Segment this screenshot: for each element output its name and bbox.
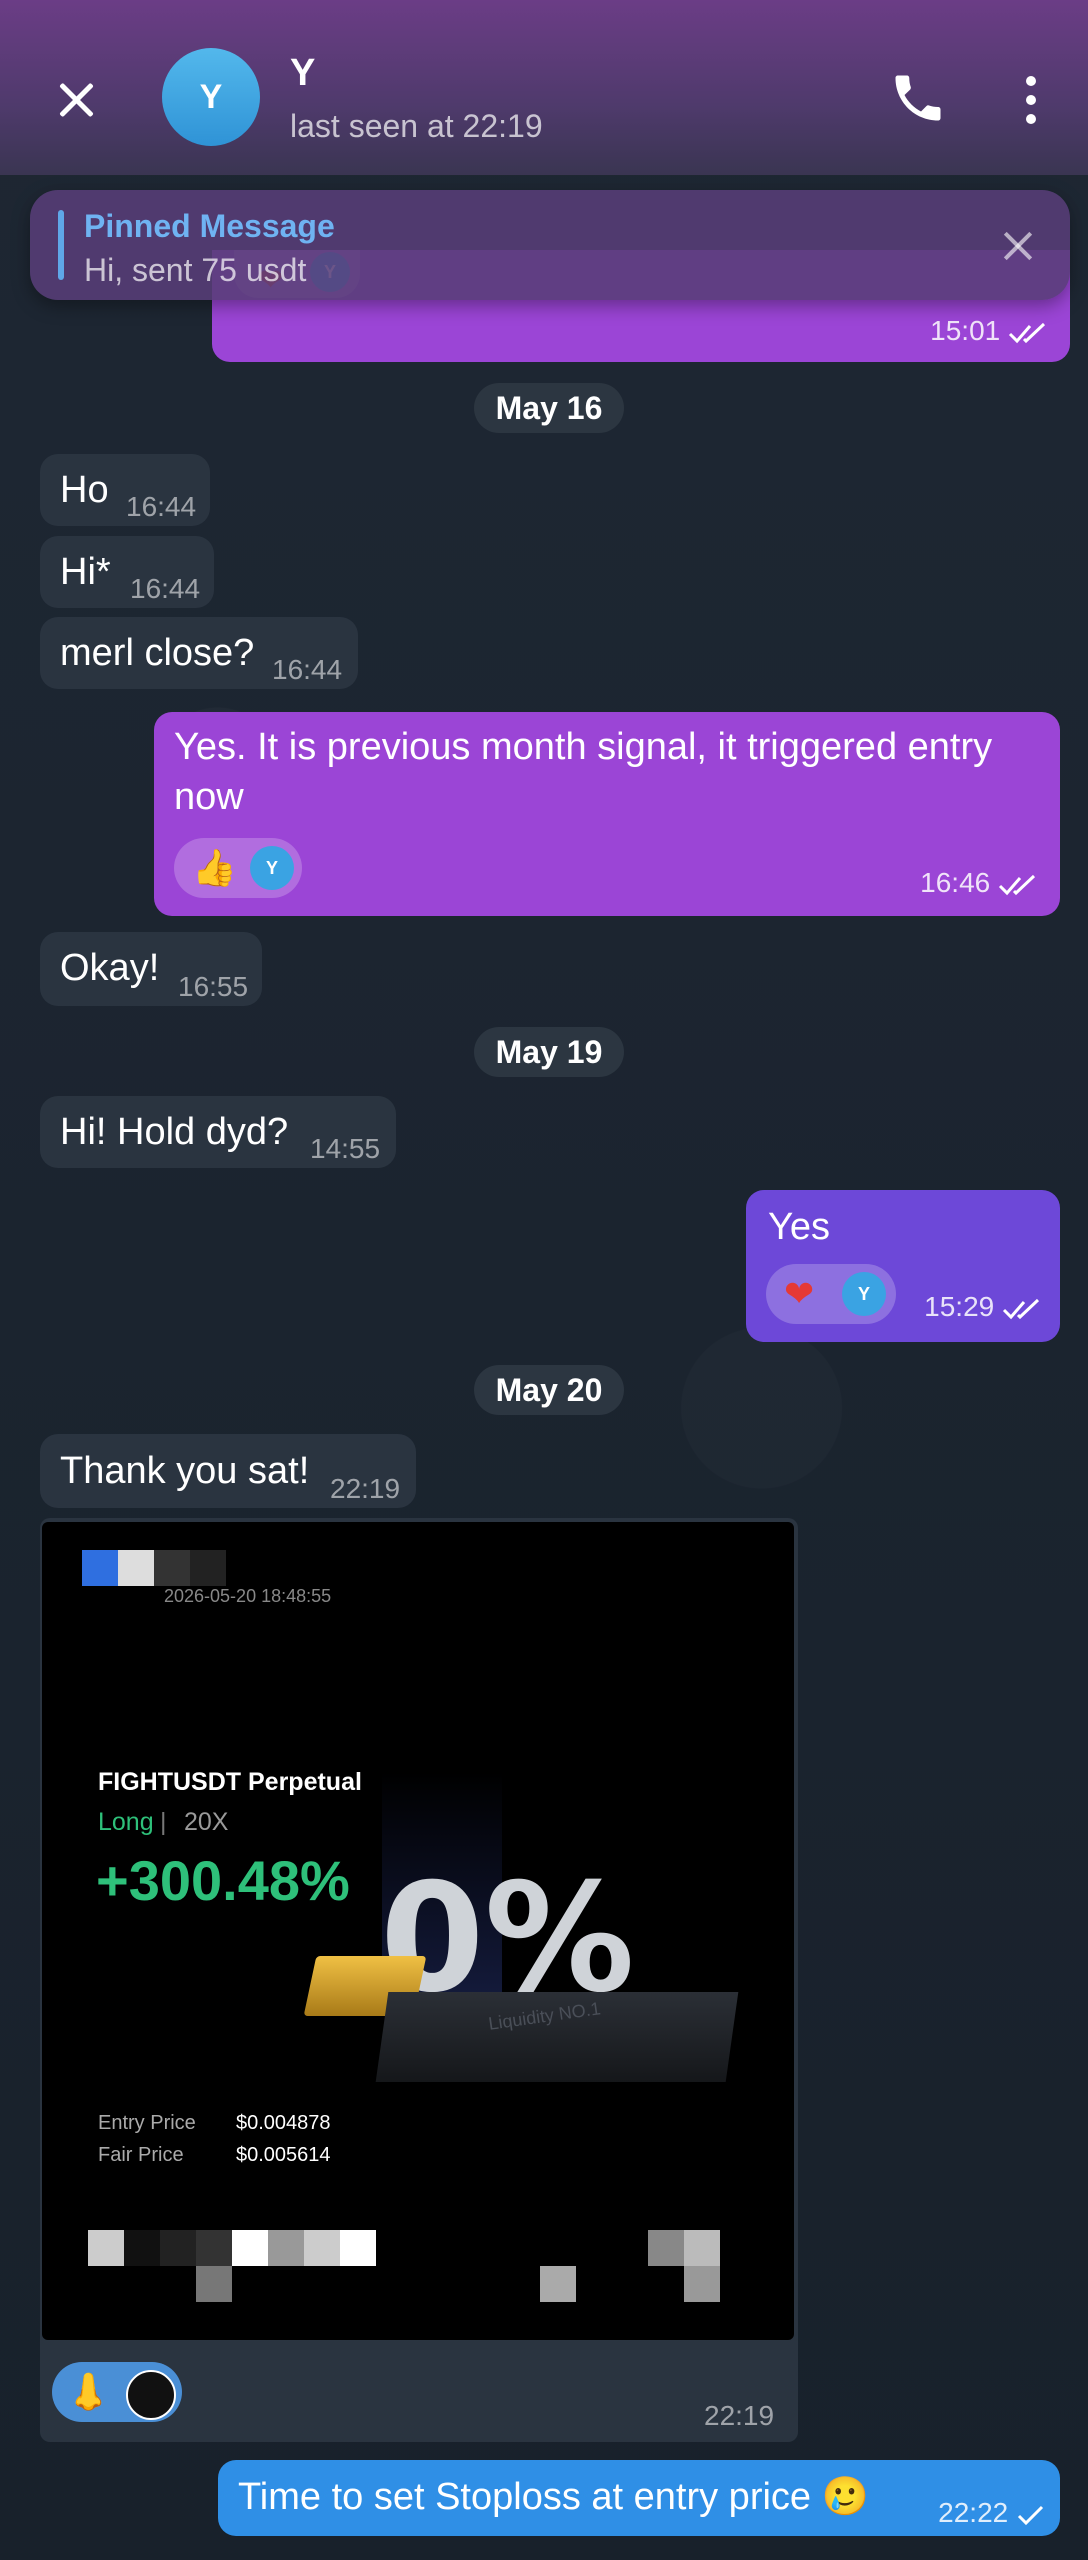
avatar: Y (842, 1272, 886, 1316)
entry-price-value: $0.004878 (236, 2112, 331, 2134)
message-time: 15:01 (930, 315, 1001, 346)
message-time: 16:44 (272, 654, 343, 685)
message-bubble-out[interactable]: Time to set Stoploss at entry price 🥲 22… (218, 2460, 1060, 2536)
chat-header: Y Y last seen at 22:19 (0, 0, 1088, 175)
message-time: 16:46 (920, 867, 991, 898)
phone-icon[interactable] (888, 68, 948, 128)
message-time: 22:19 (330, 1473, 401, 1504)
fair-price-label: Fair Price (98, 2144, 184, 2166)
date-separator: May 20 (474, 1365, 624, 1415)
pinned-accent-bar (58, 210, 64, 280)
message-text: Hi* (60, 551, 111, 593)
fair-price-value: $0.005614 (236, 2144, 331, 2166)
message-time: 16:55 (178, 971, 249, 1002)
avatar[interactable]: Y (162, 48, 260, 146)
pinned-text: Hi, sent 75 usdt (84, 252, 307, 288)
avatar: Y (250, 846, 294, 890)
trade-pnl: +300.48% (96, 1849, 350, 1912)
message-bubble-out[interactable]: Yes ❤ Y 15:29 (746, 1190, 1060, 1342)
trade-pair: FIGHTUSDT Perpetual (98, 1768, 362, 1796)
nose-icon: 👃 (66, 2371, 111, 2412)
reaction[interactable]: 👍 Y (174, 838, 302, 898)
message-text: merl close? (60, 632, 255, 674)
message-text: Thank you sat! (60, 1450, 310, 1492)
double-check-icon (1002, 1298, 1040, 1319)
message-bubble-in[interactable]: merl close? 16:44 (40, 617, 358, 689)
close-icon[interactable] (48, 72, 104, 128)
double-check-icon (1008, 322, 1046, 343)
message-time: 22:19 (704, 2400, 775, 2431)
reaction[interactable]: 👃 (52, 2362, 182, 2422)
message-text: Time to set Stoploss at entry price 🥲 (238, 2476, 869, 2518)
message-time: 16:44 (130, 573, 201, 604)
message-time: 15:29 (924, 1291, 995, 1322)
message-text: Okay! (60, 947, 160, 989)
heart-icon: ❤ (784, 1273, 815, 1314)
message-bubble-in[interactable]: Hi! Hold dyd? 14:55 (40, 1096, 396, 1168)
message-bubble-in[interactable]: Okay! 16:55 (40, 932, 262, 1006)
date-separator: May 16 (474, 383, 624, 433)
avatar-letter: Y (199, 77, 223, 116)
message-time: 16:44 (126, 491, 197, 522)
avatar (126, 2370, 176, 2420)
message-bubble-out[interactable]: Yes. It is previous month signal, it tri… (154, 712, 1060, 916)
message-text: Yes. It is previous month signal, it tri… (174, 726, 993, 818)
double-check-icon (998, 874, 1036, 895)
message-text: Hi! Hold dyd? (60, 1111, 289, 1153)
date-separator: May 19 (474, 1027, 624, 1077)
thumbs-up-icon: 👍 (192, 847, 237, 888)
message-time: 22:22 (938, 2497, 1009, 2528)
contact-status: last seen at 22:19 (290, 108, 543, 144)
message-bubble-in[interactable]: Thank you sat! 22:19 (40, 1434, 416, 1508)
check-icon (1017, 2505, 1044, 2525)
pinned-message[interactable]: Pinned Message Hi, sent 75 usdt (30, 190, 1070, 300)
trade-leverage: 20X (184, 1808, 229, 1836)
message-text: Yes (768, 1206, 830, 1248)
message-bubble-in[interactable]: Hi* 16:44 (40, 536, 214, 608)
message-time: 14:55 (310, 1133, 381, 1164)
close-icon[interactable] (1000, 228, 1036, 264)
contact-name[interactable]: Y (290, 52, 315, 95)
separator: | (160, 1808, 167, 1836)
reaction[interactable]: ❤ Y (766, 1264, 896, 1324)
trade-side: Long (98, 1808, 154, 1836)
trade-screenshot-image[interactable]: 2026-05-20 18:48:55 FIGHTUSDT Perpetual … (42, 1522, 794, 2340)
screenshot-timestamp: 2026-05-20 18:48:55 (164, 1586, 332, 1606)
pixelated-logo (82, 1550, 118, 1586)
more-vertical-icon[interactable] (1010, 72, 1050, 128)
pinned-title: Pinned Message (84, 208, 335, 244)
message-bubble-in[interactable]: Ho 16:44 (40, 454, 210, 526)
message-text: Ho (60, 469, 109, 511)
entry-price-label: Entry Price (98, 2112, 196, 2134)
